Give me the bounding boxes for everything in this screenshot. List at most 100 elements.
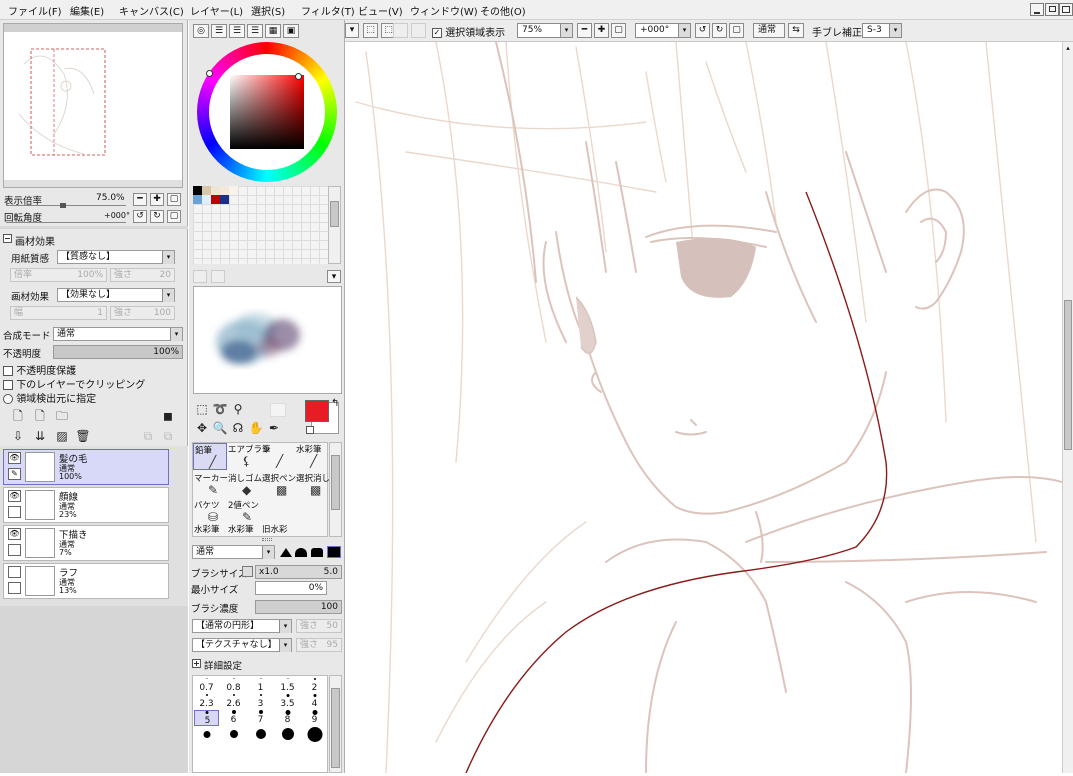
close-icon[interactable]: [1059, 3, 1073, 16]
zoom-select[interactable]: 75% ▾: [517, 23, 573, 38]
selection-visible-toggle[interactable]: ✓ 選択領域表示: [432, 24, 505, 39]
rotation-select[interactable]: +000° ▾: [635, 23, 691, 38]
drawing-canvas[interactable]: [346, 41, 1063, 774]
color-swatch[interactable]: [211, 195, 220, 204]
transform-icon[interactable]: [393, 23, 408, 38]
rotate-right-button[interactable]: ↻: [712, 23, 727, 38]
nav-zoom-slider[interactable]: [6, 205, 126, 206]
menu-other[interactable]: その他(O): [480, 3, 526, 18]
brush-size-cell[interactable]: 6: [221, 710, 246, 726]
merge-down-icon[interactable]: ⇊: [32, 428, 48, 444]
color-swatch[interactable]: [202, 195, 211, 204]
brush-size-cell[interactable]: 4: [302, 694, 327, 710]
brush-size-cell[interactable]: [248, 726, 273, 742]
rgb-slider-tab-icon[interactable]: ☰: [211, 24, 227, 38]
opacity-slider[interactable]: 100%: [53, 345, 183, 359]
selection-source-option[interactable]: 領域検出元に指定: [3, 390, 96, 405]
scratch-pad[interactable]: [193, 286, 342, 394]
effect-strength-field[interactable]: 強さ 100: [110, 306, 175, 320]
move-icon[interactable]: ✥: [194, 420, 210, 436]
hand-icon[interactable]: ✋: [248, 420, 264, 436]
scroll-thumb[interactable]: [1064, 300, 1072, 450]
edge-square-icon[interactable]: [327, 546, 341, 558]
eyedropper-icon[interactable]: ✒: [266, 420, 282, 436]
tool-airbrush[interactable]: エアブラシ ⚸: [227, 443, 270, 470]
brush-size-cell[interactable]: 7: [248, 710, 273, 726]
brush-size-cell[interactable]: 1: [248, 678, 273, 694]
blend-mode-select[interactable]: 通常 ▾: [53, 327, 183, 341]
edge-soft-icon[interactable]: [295, 548, 307, 557]
scratchpad-tab-icon[interactable]: ▣: [283, 24, 299, 38]
new-folder-icon[interactable]: 🗀: [54, 408, 70, 424]
brush-size-cell[interactable]: 2.3: [194, 694, 219, 710]
tool-select-eraser[interactable]: 選択消し ▩: [295, 472, 330, 499]
brush-size-cell[interactable]: [302, 726, 327, 742]
layer-copy-icon[interactable]: ⧉: [140, 428, 156, 444]
canvas-vertical-scrollbar[interactable]: ▴: [1062, 42, 1073, 773]
menu-file[interactable]: ファイル(F): [8, 3, 62, 18]
clipping-checkbox[interactable]: [3, 380, 13, 390]
clear-layer-icon[interactable]: ▨: [54, 428, 70, 444]
magic-wand-icon[interactable]: ⚲: [230, 401, 246, 417]
tool-select-pen[interactable]: 選択ペン ▩: [261, 472, 296, 499]
swatch-tab-icon[interactable]: ▦: [265, 24, 281, 38]
transparent-color-icon[interactable]: [306, 426, 314, 434]
scratchpad-menu-icon[interactable]: ▾: [327, 270, 341, 283]
menu-layer[interactable]: レイヤー(L): [190, 3, 243, 18]
expand-icon[interactable]: [192, 659, 201, 668]
zoom-in-button[interactable]: ✚: [594, 23, 609, 38]
effect-width-field[interactable]: 幅1: [10, 306, 107, 320]
layer-item[interactable]: 👁 下描き 通常 7%: [3, 525, 169, 561]
visibility-box[interactable]: [8, 566, 21, 578]
new-layer-icon[interactable]: 🗋: [10, 408, 26, 424]
scroll-up-icon[interactable]: ▴: [1064, 44, 1072, 52]
stabilizer-select[interactable]: S-3 ▾: [862, 23, 902, 38]
rotate-view-icon[interactable]: ☊: [230, 420, 246, 436]
brush-size-cell[interactable]: 9: [302, 710, 327, 726]
menu-edit[interactable]: 編集(E): [70, 3, 104, 18]
clipping-option[interactable]: 下のレイヤーでクリッピング: [3, 376, 145, 391]
nav-rotate-reset-button[interactable]: ▢: [167, 210, 181, 223]
color-wheel-tab-icon[interactable]: ◎: [193, 24, 209, 38]
eye-icon[interactable]: 👁: [8, 528, 21, 540]
layer-item[interactable]: 👁 顔線 通常 23%: [3, 487, 169, 523]
brush-size-cell[interactable]: 3: [248, 694, 273, 710]
color-swatch[interactable]: [229, 186, 238, 195]
brush-size-cell[interactable]: [194, 726, 219, 742]
pen-icon[interactable]: ✎: [8, 468, 21, 480]
menu-window[interactable]: ウィンドウ(W): [410, 3, 478, 18]
minimize-icon[interactable]: [1030, 3, 1044, 16]
nav-rotate-left-button[interactable]: ↺: [133, 210, 147, 223]
texture-select[interactable]: 【質感なし】 ▾: [57, 250, 175, 264]
new-layer-set-icon[interactable]: 🗋: [32, 408, 48, 424]
zoom-icon[interactable]: 🔍: [212, 420, 228, 436]
brush-size-cell[interactable]: [275, 726, 300, 742]
color-swatch[interactable]: [193, 186, 202, 195]
brush-size-cell[interactable]: 2: [302, 678, 327, 694]
nav-zoom-reset-button[interactable]: ▢: [167, 193, 181, 206]
toolbar-menu-icon[interactable]: ▾: [345, 23, 359, 38]
transfer-down-icon[interactable]: ⇩: [10, 428, 26, 444]
zoom-out-button[interactable]: ━: [577, 23, 592, 38]
lock-box[interactable]: [8, 544, 21, 556]
menu-select[interactable]: 選択(S): [251, 3, 285, 18]
brush-shape-select[interactable]: 【通常の円形】 ▾: [192, 619, 292, 633]
shape-strength-field[interactable]: 強さ 50: [296, 619, 342, 633]
hue-picker-handle[interactable]: [206, 70, 213, 77]
density-slider[interactable]: 100: [255, 600, 342, 614]
scratchpad-save-icon[interactable]: [211, 270, 225, 283]
menu-filter[interactable]: フィルタ(T): [301, 3, 355, 18]
saturation-value-square[interactable]: [230, 75, 304, 149]
color-swatch[interactable]: [202, 186, 211, 195]
lock-box[interactable]: [8, 506, 21, 518]
mixer-tab-icon[interactable]: ☰: [247, 24, 263, 38]
preserve-opacity-checkbox[interactable]: [3, 366, 13, 376]
edge-medium-icon[interactable]: [311, 548, 323, 557]
nav-zoom-in-button[interactable]: ✚: [150, 193, 164, 206]
eye-icon[interactable]: 👁: [8, 452, 21, 464]
tool-binary-pen[interactable]: 2値ペン ✎: [227, 499, 261, 526]
zoom-reset-button[interactable]: ▢: [611, 23, 626, 38]
color-swatch[interactable]: [220, 195, 229, 204]
hsv-slider-tab-icon[interactable]: ☰: [229, 24, 245, 38]
preserve-opacity-option[interactable]: 不透明度保護: [3, 362, 76, 377]
